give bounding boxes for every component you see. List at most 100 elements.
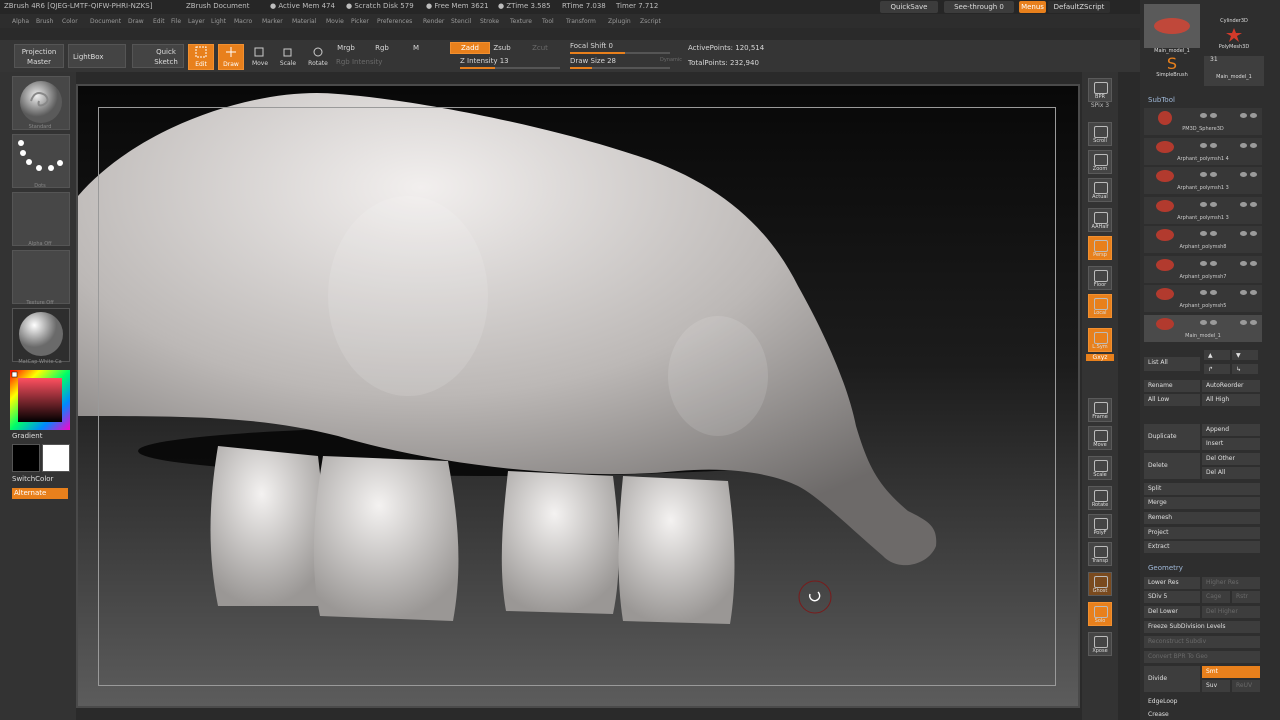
- tool-thumb-main-2[interactable]: 31 Main_model_1: [1204, 56, 1264, 86]
- arrow-up-button[interactable]: ▲: [1204, 350, 1230, 360]
- tool-thumb-simplebrush[interactable]: S SimpleBrush: [1144, 56, 1200, 86]
- shelf-scroll-button[interactable]: Scroll: [1088, 122, 1112, 146]
- mrgb-button[interactable]: Mrgb: [334, 44, 358, 52]
- project-button[interactable]: Project: [1144, 527, 1260, 539]
- subtool-header[interactable]: SubTool: [1148, 96, 1175, 104]
- subtool-item[interactable]: Arphant_polymsh1 4: [1144, 137, 1262, 165]
- visibility-eye-icon[interactable]: [1210, 290, 1217, 295]
- visibility-eye-icon[interactable]: [1210, 172, 1217, 177]
- sdiv-slider[interactable]: SDiv 5: [1144, 591, 1200, 603]
- visibility-eye-icon[interactable]: [1240, 319, 1247, 325]
- rotate-button[interactable]: Rotate: [306, 46, 330, 67]
- edgeloop-subpalette[interactable]: EdgeLoop: [1144, 696, 1260, 708]
- visibility-eye-icon[interactable]: [1210, 113, 1217, 118]
- menu-light[interactable]: Light: [211, 18, 226, 25]
- visibility-eye-icon[interactable]: [1250, 113, 1257, 118]
- visibility-eye-icon[interactable]: [1240, 260, 1247, 266]
- visibility-eye-icon[interactable]: [1250, 231, 1257, 236]
- menu-layer[interactable]: Layer: [188, 18, 205, 25]
- menus-button[interactable]: Menus: [1019, 1, 1046, 13]
- smt-toggle[interactable]: Smt: [1202, 666, 1260, 678]
- edit-button[interactable]: Edit: [188, 44, 214, 70]
- del-other-button[interactable]: Del Other: [1202, 453, 1260, 465]
- menu-color[interactable]: Color: [62, 18, 78, 25]
- zadd-button[interactable]: Zadd: [450, 42, 490, 54]
- menu-draw[interactable]: Draw: [128, 18, 144, 25]
- subtool-item[interactable]: PM3D_Sphere3D: [1144, 108, 1262, 135]
- menu-preferences[interactable]: Preferences: [377, 18, 412, 25]
- menu-document[interactable]: Document: [90, 18, 121, 25]
- shelf-l-sym-button[interactable]: L.Sym: [1088, 328, 1112, 352]
- quick-sketch-button[interactable]: Quick Sketch: [132, 44, 184, 68]
- menu-stencil[interactable]: Stencil: [451, 18, 471, 25]
- reconstruct-subdiv-button[interactable]: Reconstruct Subdiv: [1144, 636, 1260, 648]
- draw-button[interactable]: Draw: [218, 44, 244, 70]
- shelf-xpose-button[interactable]: Xpose: [1088, 632, 1112, 656]
- visibility-eye-icon[interactable]: [1250, 172, 1257, 177]
- rename-button[interactable]: Rename: [1144, 380, 1200, 392]
- menu-picker[interactable]: Picker: [351, 18, 369, 25]
- visibility-eye-icon[interactable]: [1210, 142, 1217, 148]
- see-through-slider[interactable]: See-through 0: [944, 1, 1014, 13]
- del-lower-button[interactable]: Del Lower: [1144, 606, 1200, 618]
- visibility-eye-icon[interactable]: [1250, 290, 1257, 295]
- visibility-eye-icon[interactable]: [1250, 260, 1257, 266]
- cage-button[interactable]: Cage: [1202, 591, 1230, 603]
- menu-texture[interactable]: Texture: [510, 18, 532, 25]
- visibility-eye-icon[interactable]: [1200, 231, 1207, 236]
- shelf-floor-button[interactable]: Floor: [1088, 266, 1112, 290]
- menu-stroke[interactable]: Stroke: [480, 18, 499, 25]
- visibility-eye-icon[interactable]: [1200, 201, 1207, 207]
- z-intensity-track[interactable]: [460, 67, 560, 69]
- tool-thumb-main[interactable]: Main_model_1: [1144, 4, 1200, 54]
- rgb-button[interactable]: Rgb: [370, 44, 394, 52]
- shelf-spix-3[interactable]: SPix 3: [1082, 102, 1118, 109]
- move-up-button[interactable]: ↱: [1204, 364, 1230, 374]
- texture-thumbnail[interactable]: [12, 250, 70, 304]
- menu-material[interactable]: Material: [292, 18, 316, 25]
- shelf-aahalf-button[interactable]: AAHalf: [1088, 208, 1112, 232]
- shelf-local-button[interactable]: Local: [1088, 294, 1112, 318]
- append-button[interactable]: Append: [1202, 424, 1260, 436]
- duplicate-button[interactable]: Duplicate: [1144, 424, 1200, 450]
- color-picker[interactable]: [10, 370, 70, 430]
- arrow-down-button[interactable]: ▼: [1232, 350, 1258, 360]
- higher-res-button[interactable]: Higher Res: [1202, 577, 1260, 589]
- crease-subpalette[interactable]: Crease: [1144, 710, 1260, 720]
- shelf-frame-button[interactable]: Frame: [1088, 398, 1112, 422]
- visibility-eye-icon[interactable]: [1200, 319, 1207, 325]
- auto-reorder-button[interactable]: AutoReorder: [1202, 380, 1260, 392]
- lightbox-button[interactable]: LightBox: [68, 44, 126, 68]
- draw-size-slider[interactable]: Draw Size 28: [570, 57, 650, 65]
- visibility-eye-icon[interactable]: [1240, 113, 1247, 118]
- quicksave-button[interactable]: QuickSave: [880, 1, 938, 13]
- tool-thumb-polymesh[interactable]: PolyMesh3D: [1204, 28, 1264, 56]
- reuv-toggle[interactable]: ReUV: [1232, 680, 1260, 692]
- menu-movie[interactable]: Movie: [326, 18, 344, 25]
- visibility-eye-icon[interactable]: [1200, 113, 1207, 118]
- menu-render[interactable]: Render: [423, 18, 444, 25]
- rstr-button[interactable]: Rstr: [1232, 591, 1260, 603]
- draw-size-track[interactable]: [570, 67, 670, 69]
- m-button[interactable]: M: [404, 44, 428, 52]
- visibility-eye-icon[interactable]: [1240, 142, 1247, 148]
- secondary-color-swatch[interactable]: [42, 444, 70, 472]
- gradient-label[interactable]: Gradient: [12, 432, 42, 440]
- subtool-item[interactable]: Arphant_polymsh8: [1144, 226, 1262, 253]
- visibility-eye-icon[interactable]: [1250, 142, 1257, 148]
- visibility-eye-icon[interactable]: [1250, 201, 1257, 207]
- shelf-move-button[interactable]: Move: [1088, 426, 1112, 450]
- visibility-eye-icon[interactable]: [1200, 172, 1207, 177]
- alternate-button[interactable]: Alternate: [12, 488, 68, 499]
- visibility-eye-icon[interactable]: [1210, 319, 1217, 325]
- menu-alpha[interactable]: Alpha: [12, 18, 29, 25]
- visibility-eye-icon[interactable]: [1240, 290, 1247, 295]
- shelf-zoom-button[interactable]: Zoom: [1088, 150, 1112, 174]
- tool-thumb-cylinder[interactable]: Cylinder3D: [1204, 4, 1264, 28]
- shelf-gxyz[interactable]: Gxyz: [1086, 354, 1114, 361]
- focal-shift-track[interactable]: [570, 52, 670, 54]
- menu-zplugin[interactable]: Zplugin: [608, 18, 631, 25]
- move-down-button[interactable]: ↳: [1232, 364, 1258, 374]
- rgb-intensity-slider[interactable]: Rgb Intensity: [336, 58, 416, 66]
- lower-res-button[interactable]: Lower Res: [1144, 577, 1200, 589]
